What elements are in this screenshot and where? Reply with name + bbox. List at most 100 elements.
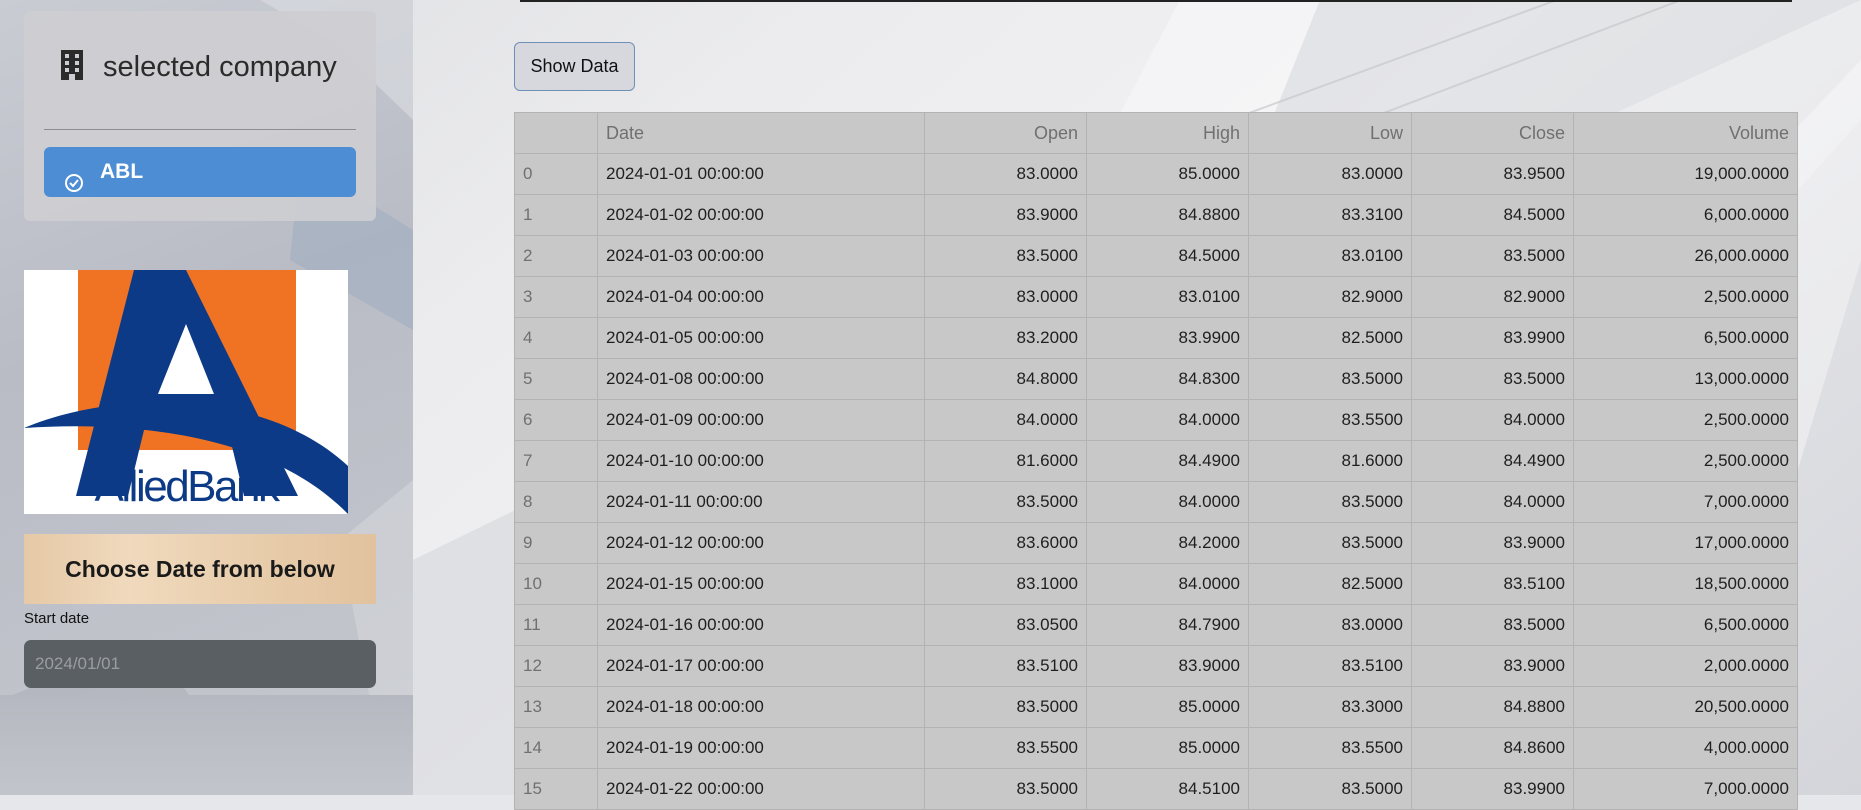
cell-close: 84.5000 bbox=[1411, 194, 1574, 236]
start-date-input[interactable]: 2024/01/01 bbox=[24, 640, 376, 688]
column-header-volume: Volume bbox=[1573, 112, 1798, 154]
cell-index: 7 bbox=[514, 440, 598, 482]
table-row: 8 2024-01-11 00:00:00 83.5000 84.0000 83.500… bbox=[514, 481, 1798, 523]
company-option-button[interactable]: ABL bbox=[44, 147, 356, 197]
cell-volume: 18,500.0000 bbox=[1573, 563, 1798, 605]
table-row: 9 2024-01-12 00:00:00 83.6000 84.2000 83.500… bbox=[514, 522, 1798, 564]
cell-open: 83.5500 bbox=[924, 727, 1087, 769]
cell-open: 83.0000 bbox=[924, 153, 1087, 195]
date-banner: Choose Date from below bbox=[24, 534, 376, 604]
cell-open: 83.5000 bbox=[924, 686, 1087, 728]
cell-low: 83.5000 bbox=[1248, 768, 1412, 810]
cell-low: 83.5500 bbox=[1248, 727, 1412, 769]
cell-low: 83.5100 bbox=[1248, 645, 1412, 687]
column-header-index bbox=[514, 112, 598, 154]
cell-close: 82.9000 bbox=[1411, 276, 1574, 318]
cell-index: 12 bbox=[514, 645, 598, 687]
cell-high: 85.0000 bbox=[1086, 686, 1249, 728]
cell-date: 2024-01-08 00:00:00 bbox=[597, 358, 925, 400]
cell-close: 84.4900 bbox=[1411, 440, 1574, 482]
cell-open: 83.2000 bbox=[924, 317, 1087, 359]
table-row: 10 2024-01-15 00:00:00 83.1000 84.0000 82.50… bbox=[514, 563, 1798, 605]
cell-close: 83.5000 bbox=[1411, 358, 1574, 400]
cell-date: 2024-01-16 00:00:00 bbox=[597, 604, 925, 646]
cell-date: 2024-01-09 00:00:00 bbox=[597, 399, 925, 441]
column-header-open: Open bbox=[924, 112, 1087, 154]
data-table: Date Open High Low Close Volume 0 2024-01… bbox=[514, 112, 1798, 810]
cell-open: 83.0000 bbox=[924, 276, 1087, 318]
cell-index: 5 bbox=[514, 358, 598, 400]
cell-index: 1 bbox=[514, 194, 598, 236]
cell-volume: 19,000.0000 bbox=[1573, 153, 1798, 195]
cell-index: 15 bbox=[514, 768, 598, 810]
cell-close: 83.5000 bbox=[1411, 235, 1574, 277]
cell-volume: 6,000.0000 bbox=[1573, 194, 1798, 236]
table-body: 0 2024-01-01 00:00:00 83.0000 85.0000 83.000… bbox=[514, 153, 1798, 810]
cell-date: 2024-01-22 00:00:00 bbox=[597, 768, 925, 810]
cell-index: 6 bbox=[514, 399, 598, 441]
cell-index: 3 bbox=[514, 276, 598, 318]
cell-volume: 6,500.0000 bbox=[1573, 604, 1798, 646]
cell-low: 83.0100 bbox=[1248, 235, 1412, 277]
table-row: 2 2024-01-03 00:00:00 83.5000 84.5000 83.010… bbox=[514, 235, 1798, 277]
cell-open: 81.6000 bbox=[924, 440, 1087, 482]
cell-date: 2024-01-12 00:00:00 bbox=[597, 522, 925, 564]
cell-volume: 6,500.0000 bbox=[1573, 317, 1798, 359]
cell-high: 84.2000 bbox=[1086, 522, 1249, 564]
table-header-row: Date Open High Low Close Volume bbox=[514, 112, 1798, 154]
column-header-low: Low bbox=[1248, 112, 1412, 154]
cell-open: 83.0500 bbox=[924, 604, 1087, 646]
cell-high: 84.7900 bbox=[1086, 604, 1249, 646]
cell-close: 83.5100 bbox=[1411, 563, 1574, 605]
cell-open: 83.5000 bbox=[924, 235, 1087, 277]
cell-volume: 20,500.0000 bbox=[1573, 686, 1798, 728]
cell-index: 2 bbox=[514, 235, 598, 277]
sidebar-footer bbox=[0, 695, 413, 795]
cell-index: 4 bbox=[514, 317, 598, 359]
cell-volume: 17,000.0000 bbox=[1573, 522, 1798, 564]
cell-volume: 13,000.0000 bbox=[1573, 358, 1798, 400]
table-row: 3 2024-01-04 00:00:00 83.0000 83.0100 82.900… bbox=[514, 276, 1798, 318]
cell-index: 13 bbox=[514, 686, 598, 728]
cell-close: 83.9500 bbox=[1411, 153, 1574, 195]
cell-low: 83.0000 bbox=[1248, 153, 1412, 195]
cell-low: 83.3100 bbox=[1248, 194, 1412, 236]
cell-date: 2024-01-18 00:00:00 bbox=[597, 686, 925, 728]
cell-date: 2024-01-03 00:00:00 bbox=[597, 235, 925, 277]
column-header-close: Close bbox=[1411, 112, 1574, 154]
cell-date: 2024-01-01 00:00:00 bbox=[597, 153, 925, 195]
cell-close: 84.8600 bbox=[1411, 727, 1574, 769]
cell-close: 84.0000 bbox=[1411, 481, 1574, 523]
show-data-button[interactable]: Show Data bbox=[514, 42, 635, 91]
cell-close: 84.0000 bbox=[1411, 399, 1574, 441]
cell-index: 0 bbox=[514, 153, 598, 195]
cell-low: 83.0000 bbox=[1248, 604, 1412, 646]
cell-open: 84.0000 bbox=[924, 399, 1087, 441]
cell-high: 84.8800 bbox=[1086, 194, 1249, 236]
cell-index: 11 bbox=[514, 604, 598, 646]
cell-close: 83.9000 bbox=[1411, 522, 1574, 564]
cell-close: 83.9900 bbox=[1411, 317, 1574, 359]
cell-high: 84.8300 bbox=[1086, 358, 1249, 400]
cell-high: 85.0000 bbox=[1086, 153, 1249, 195]
cell-date: 2024-01-10 00:00:00 bbox=[597, 440, 925, 482]
divider bbox=[44, 129, 356, 130]
cell-volume: 2,500.0000 bbox=[1573, 399, 1798, 441]
table-row: 0 2024-01-01 00:00:00 83.0000 85.0000 83.000… bbox=[514, 153, 1798, 195]
cell-open: 83.5000 bbox=[924, 768, 1087, 810]
logo-text: AlliedBank bbox=[94, 462, 280, 511]
cell-high: 83.9900 bbox=[1086, 317, 1249, 359]
table-row: 11 2024-01-16 00:00:00 83.0500 84.7900 83.00… bbox=[514, 604, 1798, 646]
table-row: 14 2024-01-19 00:00:00 83.5500 85.0000 83.55… bbox=[514, 727, 1798, 769]
cell-index: 14 bbox=[514, 727, 598, 769]
cell-open: 83.1000 bbox=[924, 563, 1087, 605]
cell-close: 83.9900 bbox=[1411, 768, 1574, 810]
table-row: 5 2024-01-08 00:00:00 84.8000 84.8300 83.500… bbox=[514, 358, 1798, 400]
cell-high: 84.5000 bbox=[1086, 235, 1249, 277]
cell-low: 83.5000 bbox=[1248, 358, 1412, 400]
cell-index: 9 bbox=[514, 522, 598, 564]
cell-high: 84.4900 bbox=[1086, 440, 1249, 482]
company-option-label: ABL bbox=[100, 160, 144, 183]
cell-open: 83.9000 bbox=[924, 194, 1087, 236]
cell-index: 10 bbox=[514, 563, 598, 605]
